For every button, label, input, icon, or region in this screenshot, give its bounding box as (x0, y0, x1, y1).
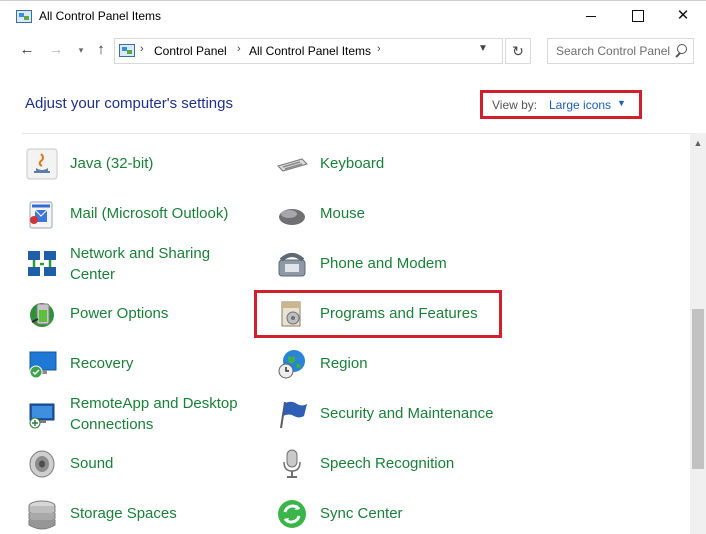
mouse-icon (279, 209, 305, 225)
power-icon (30, 303, 54, 327)
search-icon[interactable] (673, 43, 687, 59)
item-label: Phone and Modem (320, 255, 447, 272)
security-flag-icon (280, 401, 307, 429)
microphone-icon (283, 449, 301, 478)
network-icon (28, 251, 56, 276)
refresh-button[interactable]: ↻ (505, 38, 531, 64)
breadcrumb-control-panel[interactable]: Control Panel (154, 44, 227, 58)
item-network-sharing[interactable]: Network and Sharing Center (26, 245, 266, 290)
item-sync-center[interactable]: Sync Center (276, 496, 496, 534)
breadcrumb-all-items[interactable]: All Control Panel Items (249, 44, 371, 58)
search-input[interactable]: Search Control Panel (547, 38, 694, 64)
phone-icon (278, 253, 306, 277)
view-by-label: View by: (492, 98, 538, 112)
view-by-selector[interactable]: View by: Large icons ▼ (480, 90, 642, 119)
item-label: Security and Maintenance (320, 405, 494, 422)
item-mail[interactable]: Mail (Microsoft Outlook) (26, 196, 246, 240)
item-keyboard[interactable]: Keyboard (276, 146, 496, 190)
mail-icon (29, 201, 53, 229)
item-label: Java (32-bit) (70, 155, 154, 172)
vertical-scrollbar[interactable]: ▲ (690, 133, 706, 534)
item-label: Mouse (320, 205, 366, 222)
forward-button[interactable]: → (46, 40, 66, 60)
chevron-right-icon[interactable]: › (377, 43, 381, 55)
scroll-thumb[interactable] (692, 309, 704, 469)
item-storage-spaces[interactable]: Storage Spaces (26, 496, 246, 534)
item-label: Recovery (70, 355, 134, 372)
remoteapp-icon (29, 403, 55, 429)
item-speech-recognition[interactable]: Speech Recognition (276, 446, 496, 490)
sync-icon (278, 500, 306, 528)
chevron-right-icon[interactable]: › (140, 43, 144, 55)
item-remoteapp[interactable]: RemoteApp and Desktop Connections (26, 395, 266, 440)
divider (22, 133, 690, 134)
item-label: Power Options (70, 305, 169, 322)
recent-locations-button[interactable]: ▾ (71, 40, 91, 60)
item-region[interactable]: Region (276, 346, 496, 390)
storage-icon (28, 500, 56, 530)
item-security-maintenance[interactable]: Security and Maintenance (276, 396, 516, 440)
speaker-icon (29, 450, 55, 478)
item-label: Sync Center (320, 505, 403, 522)
navigation-bar: ← → ▾ ↑ › Control Panel › All Control Pa… (0, 31, 706, 71)
item-label: Network and Sharing Center (70, 245, 211, 283)
close-button[interactable]: ✕ (660, 1, 706, 32)
back-button[interactable]: ← (17, 40, 37, 60)
address-bar[interactable]: › Control Panel › All Control Panel Item… (114, 38, 503, 64)
maximize-button[interactable] (614, 1, 660, 32)
page-title: Adjust your computer's settings (25, 95, 233, 112)
item-mouse[interactable]: Mouse (276, 196, 496, 240)
item-label: Storage Spaces (70, 505, 177, 522)
item-label: Keyboard (320, 155, 385, 172)
java-icon (26, 148, 58, 180)
item-power-options[interactable]: Power Options (26, 296, 246, 340)
chevron-down-icon[interactable]: ▼ (478, 43, 488, 54)
caret-down-icon[interactable]: ▼ (617, 98, 626, 108)
highlight-box (254, 290, 502, 338)
region-icon (278, 350, 305, 379)
title-bar: All Control Panel Items ✕ (0, 0, 706, 31)
scroll-up-arrow-icon[interactable]: ▲ (690, 135, 706, 151)
minimize-button[interactable] (568, 1, 614, 32)
up-button[interactable]: ↑ (91, 40, 111, 60)
item-label: Mail (Microsoft Outlook) (70, 205, 229, 222)
chevron-right-icon[interactable]: › (237, 43, 241, 55)
item-recovery[interactable]: Recovery (26, 346, 246, 390)
view-by-dropdown[interactable]: Large icons (549, 98, 611, 112)
item-java[interactable]: Java (32-bit) (26, 146, 246, 190)
search-placeholder: Search Control Panel (556, 44, 671, 58)
item-label: Region (320, 355, 368, 372)
recovery-icon (29, 351, 57, 379)
item-sound[interactable]: Sound (26, 446, 246, 490)
item-label: Sound (70, 455, 114, 472)
window-title: All Control Panel Items (39, 9, 162, 23)
item-label: RemoteApp and Desktop Connections (70, 395, 238, 433)
item-label: Speech Recognition (320, 455, 455, 472)
control-panel-icon (119, 44, 135, 57)
control-panel-icon (16, 10, 32, 23)
keyboard-icon (277, 158, 308, 172)
item-phone-modem[interactable]: Phone and Modem (276, 246, 496, 290)
